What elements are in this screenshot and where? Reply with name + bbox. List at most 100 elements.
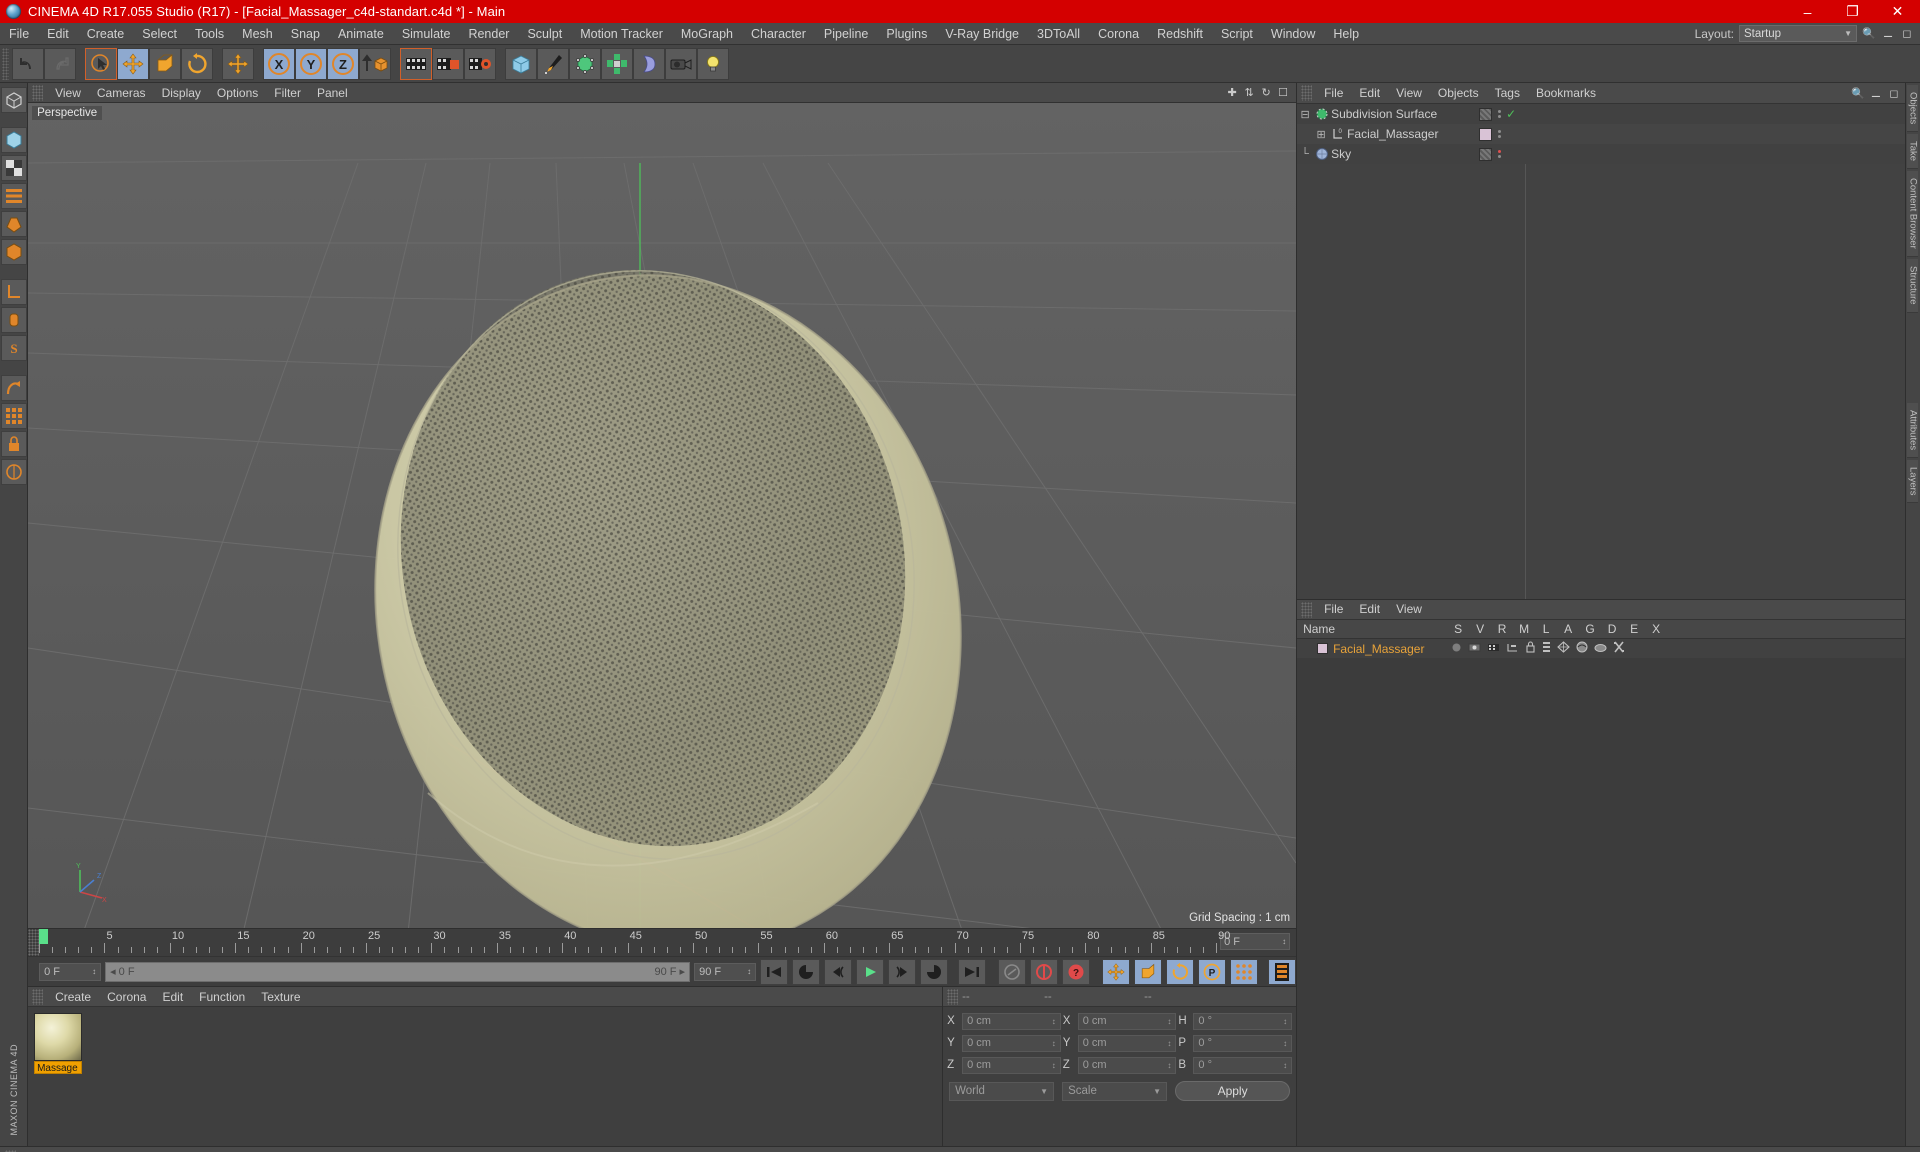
object-menu-view[interactable]: View: [1388, 83, 1430, 104]
mode-texture-icon[interactable]: [0, 155, 27, 181]
deformer-icon[interactable]: [1576, 640, 1588, 658]
previous-frame-button[interactable]: [824, 958, 853, 985]
generator-nurbs-button[interactable]: [569, 47, 601, 80]
rotate-view-icon[interactable]: ↻: [1259, 85, 1273, 100]
render-icon[interactable]: [1487, 640, 1500, 658]
timeline-track[interactable]: 051015202530354045505560657075808590: [39, 929, 1230, 956]
play-button[interactable]: [856, 958, 885, 985]
mode-points-icon[interactable]: [0, 183, 27, 209]
stepper-icon[interactable]: ↕: [92, 967, 96, 976]
next-frame-button[interactable]: [888, 958, 917, 985]
redo-button[interactable]: [44, 47, 76, 80]
rotate-tool-button[interactable]: [181, 47, 213, 80]
key-parameter-button[interactable]: P: [1198, 958, 1227, 985]
menu-item-tools[interactable]: Tools: [186, 23, 233, 45]
viewport-menu-panel[interactable]: Panel: [309, 83, 356, 103]
camera-button[interactable]: [665, 47, 697, 80]
layout-dropdown[interactable]: Startup ▼: [1739, 25, 1857, 42]
timeline-current-frame-field[interactable]: 0 F ↕: [1220, 933, 1291, 950]
material-list[interactable]: Massage: [28, 1007, 942, 1146]
menu-item-plugins[interactable]: Plugins: [877, 23, 936, 45]
viewport-menu-display[interactable]: Display: [154, 83, 209, 103]
animation-icon[interactable]: [1542, 640, 1551, 658]
display-tag-icon[interactable]: [1479, 147, 1493, 161]
coordinate-mode-dropdown[interactable]: Scale ▼: [1062, 1081, 1168, 1101]
menu-item-motion-tracker[interactable]: Motion Tracker: [571, 23, 672, 45]
frame-end-field[interactable]: 90 F ↕: [694, 962, 757, 981]
stepper-icon[interactable]: ↕: [747, 967, 751, 976]
attribute-menu-edit[interactable]: Edit: [1351, 599, 1388, 620]
coord-rot-p-input[interactable]: 0 ° ↕: [1193, 1034, 1293, 1052]
coordinate-system-dropdown[interactable]: World ▼: [949, 1081, 1055, 1101]
menu-item-redshift[interactable]: Redshift: [1148, 23, 1212, 45]
panel-restore-icon[interactable]: ◻: [1887, 86, 1901, 100]
zoom-view-icon[interactable]: ⇅: [1242, 85, 1256, 100]
menu-item-create[interactable]: Create: [78, 23, 134, 45]
material-menu-edit[interactable]: Edit: [154, 987, 191, 1007]
attribute-menu-grip[interactable]: [1301, 601, 1313, 618]
object-menu-bookmarks[interactable]: Bookmarks: [1528, 83, 1604, 104]
object-menu-file[interactable]: File: [1316, 83, 1351, 104]
coord-size-x-input[interactable]: 0 cm ↕: [1077, 1012, 1177, 1030]
timeline-toggle-button[interactable]: [1268, 958, 1297, 985]
autokey-link-button[interactable]: [998, 958, 1027, 985]
menu-item-3dtoall[interactable]: 3DToAll: [1028, 23, 1089, 45]
object-menu-edit[interactable]: Edit: [1351, 83, 1388, 104]
coord-rot-b-input[interactable]: 0 ° ↕: [1193, 1056, 1293, 1074]
quantize-icon[interactable]: [0, 403, 27, 429]
render-region-button[interactable]: [432, 47, 464, 80]
timeline-scrub-bar[interactable]: ◂ 0 F 90 F ▸: [105, 961, 691, 982]
frame-start-field[interactable]: 0 F ↕: [39, 962, 102, 981]
key-scale-button[interactable]: [1134, 958, 1163, 985]
timeline-playhead[interactable]: [39, 929, 49, 944]
menu-item-window[interactable]: Window: [1262, 23, 1324, 45]
coord-rot-h-input[interactable]: 0 ° ↕: [1193, 1012, 1293, 1030]
select-tool-button[interactable]: [85, 47, 117, 80]
menu-item-sculpt[interactable]: Sculpt: [518, 23, 571, 45]
mode-model-icon[interactable]: [0, 127, 27, 153]
autokeying-button[interactable]: ?: [1062, 958, 1091, 985]
menu-item-script[interactable]: Script: [1212, 23, 1262, 45]
xpresso-icon[interactable]: [1613, 640, 1625, 658]
search-icon[interactable]: 🔍: [1862, 27, 1876, 41]
display-tag-icon[interactable]: [1479, 107, 1493, 121]
panel-restore-icon[interactable]: ◻: [1900, 27, 1914, 41]
menu-item-render[interactable]: Render: [459, 23, 518, 45]
material-menu-create[interactable]: Create: [47, 987, 99, 1007]
lock-workplane-icon[interactable]: [0, 431, 27, 457]
timeline-ruler[interactable]: 051015202530354045505560657075808590 0 F…: [28, 928, 1297, 956]
maximize-button[interactable]: ❐: [1830, 0, 1875, 23]
close-button[interactable]: ✕: [1875, 0, 1920, 23]
lock-x-axis-button[interactable]: X: [263, 47, 295, 80]
generator-icon[interactable]: [1557, 640, 1570, 658]
tab-content-browser[interactable]: Content Browser: [1907, 171, 1919, 258]
tab-attributes[interactable]: Attributes: [1907, 402, 1919, 458]
menu-item-corona[interactable]: Corona: [1089, 23, 1148, 45]
tab-objects[interactable]: Objects: [1907, 85, 1919, 133]
visibility-dots[interactable]: [1496, 110, 1502, 118]
go-to-start-button[interactable]: [760, 958, 789, 985]
material-menu-grip[interactable]: [32, 988, 44, 1005]
lock-y-axis-button[interactable]: Y: [295, 47, 327, 80]
timeline-grip[interactable]: [28, 929, 40, 956]
minimize-button[interactable]: –: [1785, 0, 1830, 23]
light-button[interactable]: [697, 47, 729, 80]
menu-item-mograph[interactable]: MoGraph: [672, 23, 742, 45]
attribute-menu-file[interactable]: File: [1316, 599, 1351, 620]
layer-color-swatch[interactable]: [1317, 643, 1329, 654]
undo-button[interactable]: [12, 47, 44, 80]
perspective-viewport[interactable]: Perspective Y Z X Grid Spacing: 1 cm: [28, 103, 1297, 928]
attribute-menu-view[interactable]: View: [1388, 599, 1430, 620]
maximize-view-icon[interactable]: ☐: [1276, 85, 1290, 100]
material-menu-function[interactable]: Function: [191, 987, 253, 1007]
tab-take[interactable]: Take: [1907, 134, 1919, 170]
toolbar-grip[interactable]: [2, 47, 9, 80]
viewport-menu-options[interactable]: Options: [209, 83, 266, 103]
viewport-menu-grip[interactable]: [32, 84, 44, 101]
enable-axis-modification-icon[interactable]: [0, 307, 27, 333]
menu-item-help[interactable]: Help: [1324, 23, 1368, 45]
object-menu-objects[interactable]: Objects: [1430, 83, 1487, 104]
world-object-coordinates-button[interactable]: [359, 47, 391, 80]
object-row-subdivision-surface[interactable]: ⊟ Subdivision Surface ✓: [1297, 104, 1905, 124]
move-tool-button[interactable]: [117, 47, 149, 80]
